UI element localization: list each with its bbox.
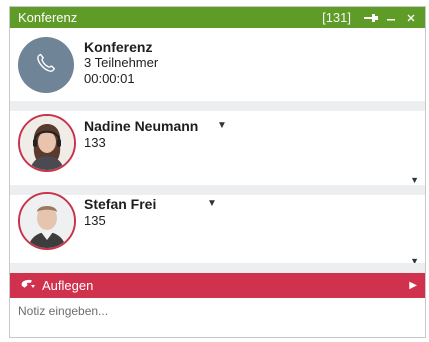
conference-info: Konferenz 3 Teilnehmer 00:00:01 (84, 39, 158, 87)
hangup-button[interactable]: Auflegen ▶ (10, 273, 425, 298)
minimize-icon[interactable] (383, 10, 399, 26)
chevron-down-icon[interactable]: ▼ (217, 120, 227, 131)
avatar (18, 192, 76, 250)
close-icon[interactable] (403, 10, 419, 26)
note-input[interactable] (10, 299, 425, 323)
participant-row[interactable]: Nadine Neumann ▼ 133 ▼ (10, 113, 425, 185)
participant-name: Nadine Neumann (84, 118, 199, 134)
participant-extension: 133 (84, 135, 106, 150)
pin-icon[interactable] (363, 10, 379, 26)
conference-avatar (18, 37, 74, 93)
hangup-label: Auflegen (42, 278, 94, 293)
phone-icon (34, 51, 58, 80)
avatar (18, 114, 76, 172)
chevron-down-icon[interactable]: ▼ (207, 198, 217, 209)
window-title: Konferenz (18, 10, 78, 25)
participant-extension: 135 (84, 213, 106, 228)
chevron-down-icon[interactable]: ▼ (410, 175, 419, 185)
chevron-right-icon[interactable]: ▶ (409, 280, 417, 291)
participant-name: Stefan Frei (84, 196, 157, 212)
conference-name: Konferenz (84, 39, 153, 55)
titlebar: Konferenz [131] (10, 7, 425, 28)
participant-count: 3 Teilnehmer (84, 55, 159, 70)
conference-window: Konferenz [131] Konferenz 3 Teilnehmer 0… (9, 6, 426, 338)
call-duration: 00:00:01 (84, 71, 135, 86)
divider (10, 101, 425, 111)
conference-header: Konferenz 3 Teilnehmer 00:00:01 (10, 28, 425, 101)
hangup-icon (20, 277, 36, 294)
participant-row[interactable]: Stefan Frei ▼ 135 ▼ (10, 191, 425, 266)
divider (10, 263, 425, 273)
own-extension: [131] (322, 10, 351, 25)
